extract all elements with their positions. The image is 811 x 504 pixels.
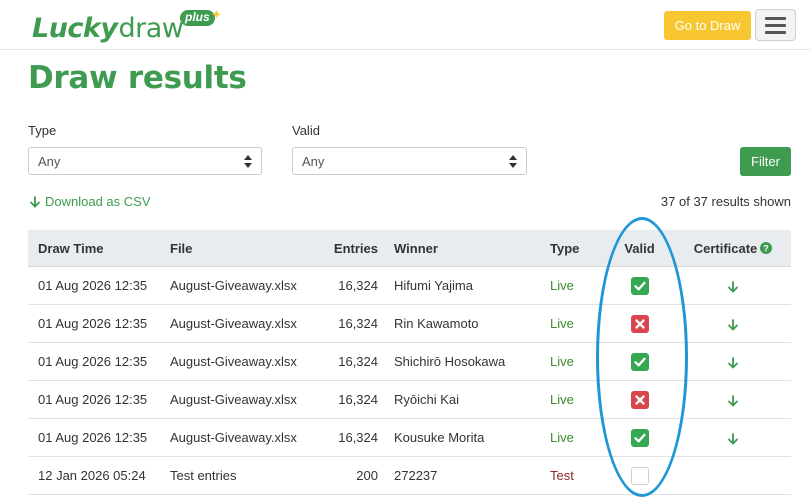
arrow-down-icon: [728, 432, 738, 445]
cell-valid: [604, 314, 675, 333]
cell-file: August-Giveaway.xlsx: [170, 430, 297, 445]
cell-file: Test entries: [170, 468, 237, 483]
cell-entries: 16,324: [338, 354, 378, 369]
valid-filter-select[interactable]: Any: [292, 147, 527, 175]
cell-certificate: [675, 430, 791, 445]
download-certificate-link[interactable]: [727, 278, 739, 293]
col-draw-time-header[interactable]: Draw Time: [28, 241, 160, 256]
download-certificate-link[interactable]: [727, 430, 739, 445]
table-row: 01 Aug 2026 12:35 August-Giveaway.xlsx 16,…: [28, 343, 791, 381]
draw-results-table: Draw Time File Entries Winner Type Valid…: [28, 230, 791, 495]
table-row: 01 Aug 2026 12:35 August-Giveaway.xlsx 16,…: [28, 381, 791, 419]
valid-check-icon: [630, 276, 649, 295]
cell-type: Live: [550, 316, 574, 331]
table-row: 12 Jan 2026 05:24 Test entries 200 272237 Te…: [28, 457, 791, 495]
col-certificate-label: Certificate: [693, 240, 758, 256]
cell-certificate: [675, 392, 791, 407]
go-to-draw-button[interactable]: Go to Draw: [664, 11, 751, 40]
download-certificate-link[interactable]: [727, 354, 739, 369]
valid-filter-label: Valid: [292, 123, 320, 138]
table-row: 01 Aug 2026 12:35 August-Giveaway.xlsx 16,…: [28, 267, 791, 305]
cell-winner: Hifumi Yajima: [394, 278, 473, 293]
cell-type: Live: [550, 392, 574, 407]
cell-draw-time: 01 Aug 2026 12:35: [38, 430, 148, 445]
arrow-down-icon: [728, 356, 738, 369]
cell-entries: 16,324: [338, 316, 378, 331]
logo-draw-text: draw: [118, 13, 184, 44]
cell-file: August-Giveaway.xlsx: [170, 278, 297, 293]
invalid-x-icon: [630, 390, 649, 409]
page-title: Draw results: [28, 60, 247, 96]
cell-entries: 16,324: [338, 392, 378, 407]
col-valid-header[interactable]: Valid: [604, 241, 675, 256]
valid-filter-value: Any: [302, 153, 325, 169]
invalid-x-icon: [630, 314, 649, 333]
logo-plus-badge: plus: [180, 10, 215, 26]
type-filter-value: Any: [38, 153, 61, 169]
cell-type: Live: [550, 278, 574, 293]
logo-lucky-text: Lucky: [32, 13, 118, 44]
cell-file: August-Giveaway.xlsx: [170, 354, 297, 369]
cell-valid: [604, 390, 675, 409]
col-entries-header[interactable]: Entries: [300, 241, 380, 256]
results-count: 37 of 37 results shown: [660, 194, 791, 209]
top-navbar: Lucky draw plus ✦ Go to Draw: [0, 0, 811, 50]
cell-valid: [604, 276, 675, 295]
valid-check-icon: [630, 352, 649, 371]
cell-draw-time: 01 Aug 2026 12:35: [38, 278, 148, 293]
table-body: 01 Aug 2026 12:35 August-Giveaway.xlsx 16,…: [28, 267, 791, 495]
cell-winner: 272237: [394, 468, 438, 483]
col-winner-header[interactable]: Winner: [380, 241, 548, 256]
col-type-header[interactable]: Type: [548, 241, 604, 256]
cell-winner: Rin Kawamoto: [394, 316, 479, 331]
cell-certificate: [675, 278, 791, 293]
download-csv-link[interactable]: Download as CSV: [29, 194, 151, 209]
filter-button[interactable]: Filter: [740, 147, 791, 176]
arrow-down-icon: [728, 280, 738, 293]
cell-winner: Ryōichi Kai: [394, 392, 460, 407]
cell-file: August-Giveaway.xlsx: [170, 316, 297, 331]
luckydraw-plus-logo[interactable]: Lucky draw plus ✦: [32, 7, 222, 44]
cell-certificate: [675, 316, 791, 331]
type-filter-select[interactable]: Any: [28, 147, 262, 175]
type-filter-label: Type: [28, 123, 57, 138]
download-certificate-link[interactable]: [727, 316, 739, 331]
col-certificate-header: Certificate?: [675, 241, 791, 256]
table-row: 01 Aug 2026 12:35 August-Giveaway.xlsx 16,…: [28, 305, 791, 343]
cell-draw-time: 12 Jan 2026 05:24: [38, 468, 146, 483]
empty-checkbox-icon: [630, 466, 649, 485]
cell-draw-time: 01 Aug 2026 12:35: [38, 354, 148, 369]
cell-entries: 200: [356, 468, 378, 483]
sparkle-icon: ✦: [211, 7, 222, 22]
cell-valid: [604, 466, 675, 485]
cell-draw-time: 01 Aug 2026 12:35: [38, 392, 148, 407]
table-row: 01 Aug 2026 12:35 August-Giveaway.xlsx 16,…: [28, 419, 791, 457]
arrow-down-icon: [728, 318, 738, 331]
cell-type: Live: [550, 354, 574, 369]
download-certificate-link[interactable]: [727, 392, 739, 407]
cell-entries: 16,324: [338, 430, 378, 445]
cell-type: Test: [550, 468, 574, 483]
select-arrows-icon: [244, 155, 252, 168]
cell-draw-time: 01 Aug 2026 12:35: [38, 316, 148, 331]
table-header-row: Draw Time File Entries Winner Type Valid…: [28, 230, 791, 267]
arrow-down-icon: [30, 195, 40, 208]
svg-text:?: ?: [764, 243, 770, 253]
cell-valid: [604, 352, 675, 371]
help-circle-icon[interactable]: ?: [760, 241, 773, 254]
select-arrows-icon: [509, 155, 517, 168]
cell-file: August-Giveaway.xlsx: [170, 392, 297, 407]
hamburger-menu-button[interactable]: [755, 9, 796, 41]
valid-check-icon: [630, 428, 649, 447]
hamburger-menu-icon: [765, 16, 786, 20]
cell-type: Live: [550, 430, 574, 445]
cell-winner: Kousuke Morita: [394, 430, 485, 445]
cell-certificate: [675, 354, 791, 369]
col-file-header[interactable]: File: [160, 241, 300, 256]
cell-winner: Shichirō Hosokawa: [394, 354, 506, 369]
cell-entries: 16,324: [338, 278, 378, 293]
arrow-down-icon: [728, 394, 738, 407]
cell-valid: [604, 428, 675, 447]
download-csv-label: Download as CSV: [45, 194, 151, 209]
